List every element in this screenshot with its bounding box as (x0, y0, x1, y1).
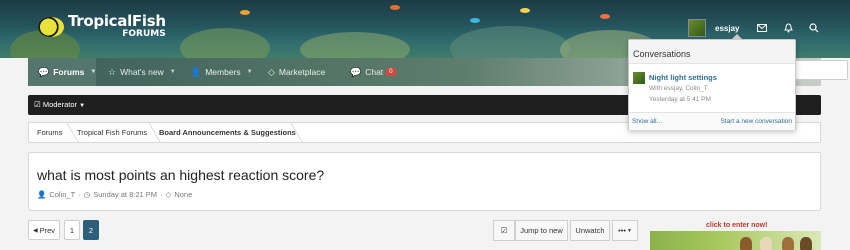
conversation-participants: With essjay, Colin_T (649, 85, 708, 92)
inbox-icon[interactable] (749, 14, 775, 42)
nav-marketplace[interactable]: ◇ Marketplace (268, 58, 358, 86)
avatar (633, 72, 645, 84)
puppy-image (782, 237, 794, 250)
moderator-label: Moderator (42, 100, 78, 109)
page-link-current[interactable]: 2 (83, 220, 99, 240)
advertisement[interactable]: click to enter now! (650, 220, 821, 250)
conversations-popup: Conversations Night light settings With … (628, 34, 796, 130)
reef-decoration (300, 32, 410, 58)
moderator-menu[interactable]: ☑ Moderator ▼ (34, 100, 85, 109)
thread-meta: 👤 Colin_T · ◷ Sunday at 8:21 PM · ◇ None (37, 190, 195, 199)
logo-subtitle: FORUMS (122, 29, 166, 39)
chevron-down-icon[interactable]: ▼ (247, 69, 253, 75)
bell-icon[interactable] (775, 14, 801, 42)
breadcrumb-board-announcements[interactable]: Board Announcements & Suggestions (159, 123, 296, 142)
thread-author[interactable]: Colin_T (49, 190, 75, 199)
show-all-link[interactable]: Show all... (632, 118, 662, 125)
conversation-item[interactable]: Night light settings With essjay, Colin_… (633, 72, 717, 105)
page-link[interactable]: 1 (64, 220, 80, 240)
meta-separator: · (78, 190, 81, 199)
more-options-button[interactable]: ••• ▼ (612, 220, 638, 241)
puppy-image (740, 237, 752, 250)
avatar[interactable] (688, 19, 706, 37)
jump-to-new-button[interactable]: Jump to new (515, 220, 568, 241)
thread-date[interactable]: Sunday at 8:21 PM (93, 190, 157, 199)
puppy-image (760, 237, 772, 250)
chat-bubbles-icon: 💬 (38, 66, 50, 77)
site-logo[interactable]: TropicalFish FORUMS (38, 14, 166, 39)
unwatch-button[interactable]: Unwatch (570, 220, 610, 241)
popup-footer: Show all... Start a new conversation (629, 112, 795, 130)
chevron-left-icon: ◀ (32, 227, 38, 234)
select-thread-checkbox[interactable]: ☑ (493, 220, 515, 241)
tag-icon: ◇ (165, 190, 172, 199)
nav-forums[interactable]: 💬 Forums ▼ (28, 58, 96, 86)
search-icon[interactable] (801, 14, 827, 42)
chat-count-badge: 0 (386, 68, 396, 76)
nav-label: What's new (120, 67, 164, 77)
chevron-down-icon[interactable]: ▼ (90, 69, 96, 75)
thread-tags: None (174, 190, 193, 199)
nav-label: Forums (53, 67, 85, 77)
more-label: ••• (618, 226, 626, 235)
ad-image (650, 231, 821, 250)
users-icon: 👤 (190, 66, 202, 77)
username[interactable]: essjay (715, 24, 739, 33)
reef-decoration (180, 28, 270, 58)
prev-page-button[interactable]: ◀ Prev (28, 220, 60, 240)
fish-decoration (390, 5, 400, 10)
meta-separator: · (160, 190, 163, 199)
checkbox-icon: ☑ (34, 100, 41, 109)
nav-label: Chat (365, 67, 384, 77)
puppy-image (800, 237, 812, 250)
fish-decoration (470, 18, 480, 23)
thread-header: what is most points an highest reaction … (28, 152, 821, 211)
nav-label: Members (205, 67, 241, 77)
ad-text: click to enter now! (706, 222, 768, 229)
start-conversation-link[interactable]: Start a new conversation (720, 118, 792, 125)
user-icon: 👤 (37, 190, 47, 199)
prev-label: Prev (39, 225, 56, 235)
popup-caret (731, 34, 743, 40)
nav-chat[interactable]: 💬 Chat 0 (350, 58, 420, 86)
chevron-down-icon[interactable]: ▼ (170, 69, 176, 75)
star-icon: ☆ (108, 66, 117, 77)
conversation-time: Yesterday at 5:41 PM (649, 96, 711, 103)
chat-icon: 💬 (350, 66, 362, 77)
fish-logo-icon (38, 16, 64, 37)
logo-title: TropicalFish (68, 12, 166, 30)
reef-decoration (450, 26, 570, 58)
fish-decoration (600, 14, 610, 19)
breadcrumb-tropical-fish-forums[interactable]: Tropical Fish Forums (77, 123, 147, 142)
popup-heading: Conversations (629, 40, 795, 64)
fish-decoration (240, 10, 250, 15)
chevron-down-icon: ▼ (79, 103, 86, 109)
checkbox-icon: ☑ (500, 226, 508, 235)
chevron-down-icon: ▼ (626, 227, 632, 234)
clock-icon: ◷ (83, 190, 91, 199)
page-title: what is most points an highest reaction … (37, 167, 325, 183)
fish-decoration (520, 8, 530, 13)
tag-icon: ◇ (268, 66, 275, 77)
conversation-title[interactable]: Night light settings (649, 72, 717, 83)
nav-label: Marketplace (278, 67, 326, 77)
user-bar: essjay (688, 14, 827, 42)
